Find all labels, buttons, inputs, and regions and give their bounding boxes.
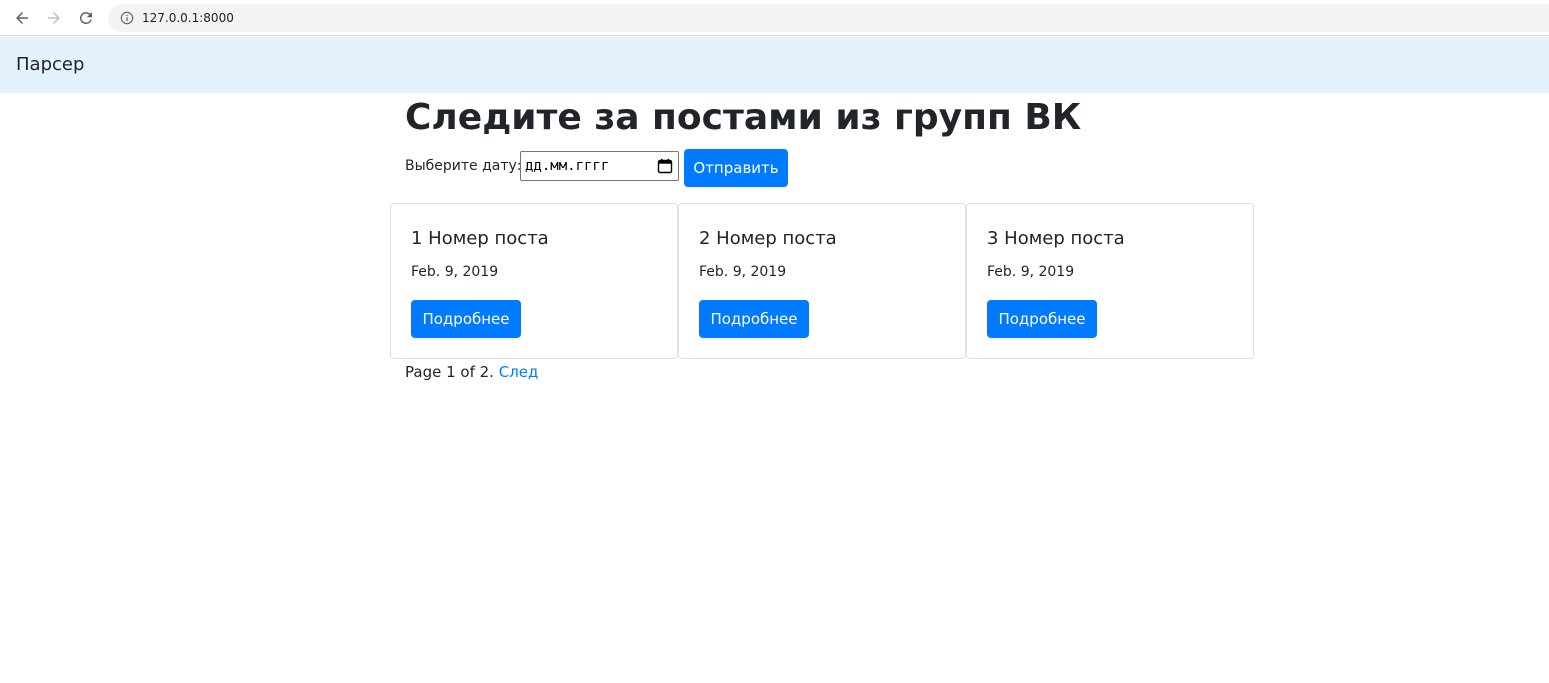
pagination: Page 1 of 2. След xyxy=(405,363,538,381)
next-page-link[interactable]: След xyxy=(499,363,539,381)
post-title: 1 Номер поста xyxy=(411,228,549,249)
details-button[interactable]: Подробнее xyxy=(699,300,809,338)
details-button[interactable]: Подробнее xyxy=(987,300,1097,338)
navbar: Парсер xyxy=(0,37,1549,93)
info-icon[interactable] xyxy=(120,11,134,25)
date-placeholder: дд.мм.гггг xyxy=(525,158,610,174)
page-title: Следите за постами из групп ВК xyxy=(405,97,1082,138)
post-card: 3 Номер поста Feb. 9, 2019 Подробнее xyxy=(966,203,1254,359)
date-input[interactable]: дд.мм.гггг xyxy=(520,151,679,181)
forward-arrow-icon[interactable] xyxy=(42,6,66,30)
calendar-icon[interactable] xyxy=(657,158,673,174)
post-date: Feb. 9, 2019 xyxy=(699,264,787,280)
date-label: Выберите дату: xyxy=(405,158,522,174)
details-button[interactable]: Подробнее xyxy=(411,300,521,338)
post-title: 3 Номер поста xyxy=(987,228,1125,249)
post-card: 2 Номер поста Feb. 9, 2019 Подробнее xyxy=(678,203,966,359)
url-text: 127.0.0.1:8000 xyxy=(142,11,234,25)
post-date: Feb. 9, 2019 xyxy=(411,264,499,280)
browser-toolbar: 127.0.0.1:8000 xyxy=(0,0,1549,36)
address-bar[interactable]: 127.0.0.1:8000 xyxy=(108,4,1549,32)
reload-icon[interactable] xyxy=(74,6,98,30)
post-title: 2 Номер поста xyxy=(699,228,837,249)
post-card: 1 Номер поста Feb. 9, 2019 Подробнее xyxy=(390,203,678,359)
page-indicator: Page 1 of 2. xyxy=(405,363,494,381)
post-date: Feb. 9, 2019 xyxy=(987,264,1075,280)
submit-button[interactable]: Отправить xyxy=(684,149,788,187)
back-arrow-icon[interactable] xyxy=(10,6,34,30)
navbar-brand[interactable]: Парсер xyxy=(16,54,84,75)
